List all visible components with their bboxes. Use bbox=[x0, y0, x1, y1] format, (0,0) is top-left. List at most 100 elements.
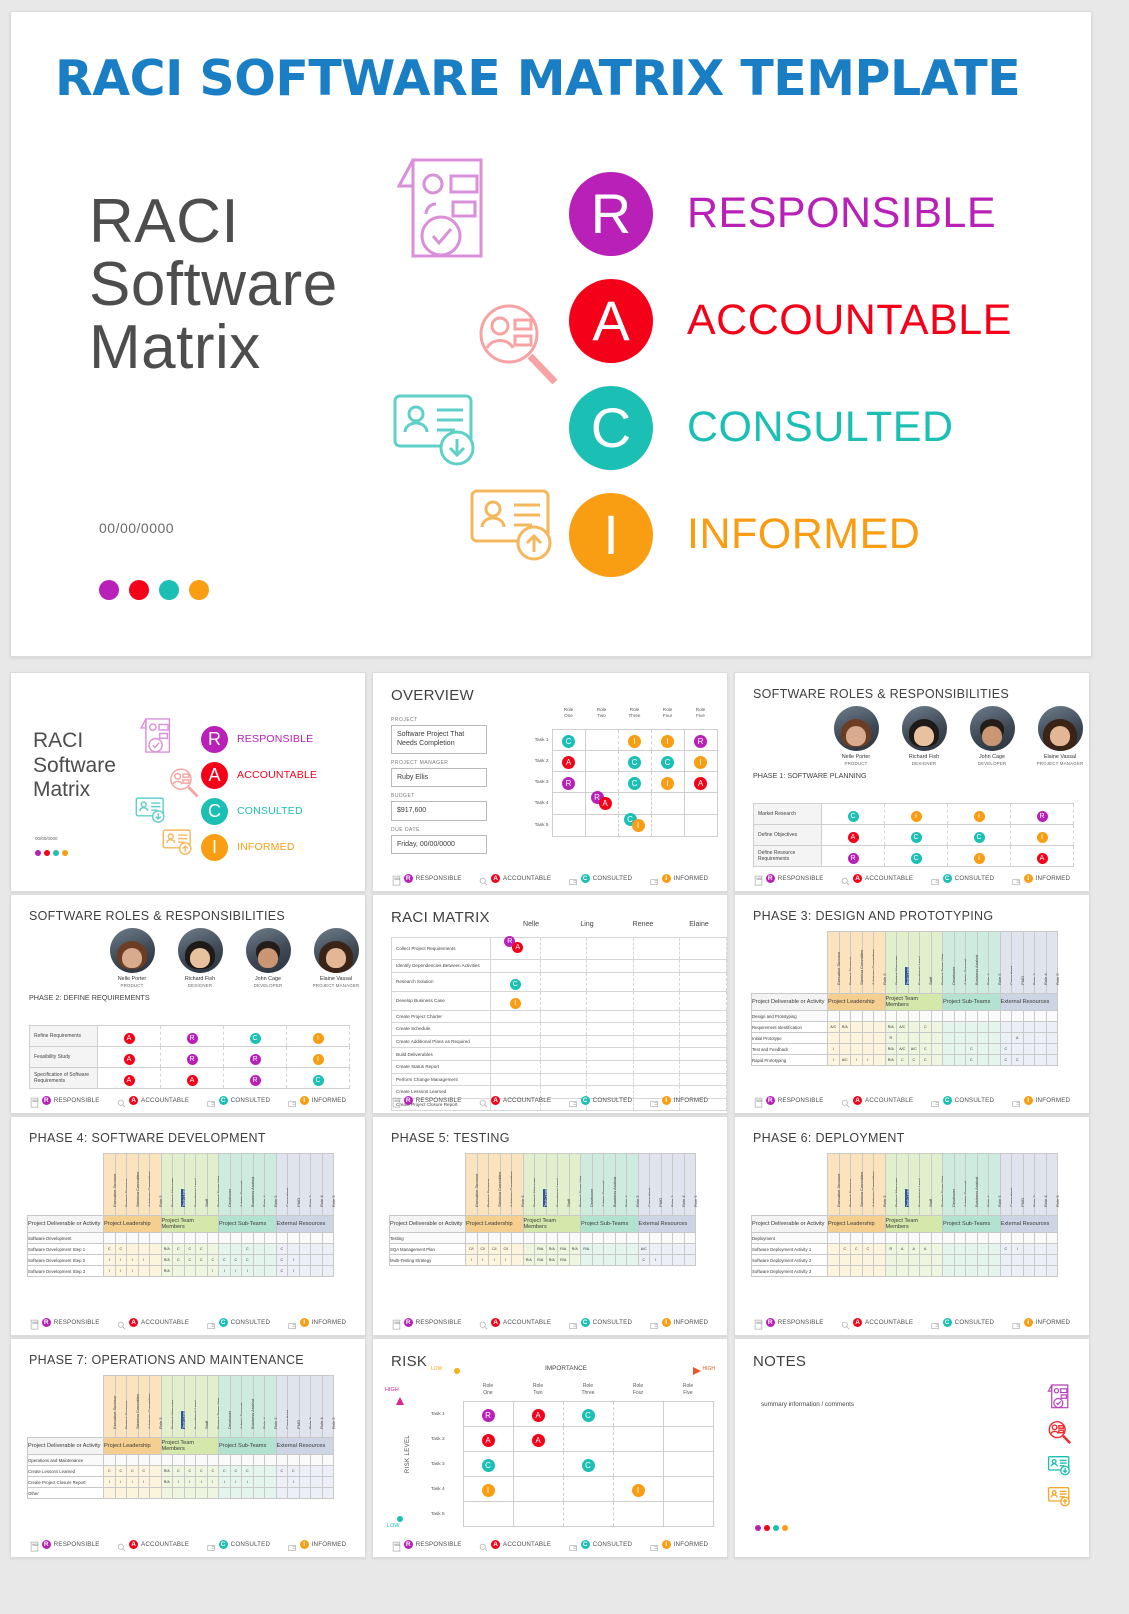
matrix-cell[interactable] bbox=[1045, 1254, 1058, 1266]
matrix-cell[interactable]: I bbox=[195, 1476, 208, 1488]
matrix-cell[interactable]: I bbox=[499, 1254, 512, 1266]
matrix-cell[interactable]: C bbox=[218, 1465, 231, 1477]
matrix-cell[interactable]: R/A bbox=[534, 1254, 547, 1266]
matrix-cell[interactable] bbox=[1022, 1054, 1035, 1066]
matrix-cell[interactable] bbox=[976, 1054, 989, 1066]
matrix-cell[interactable]: R bbox=[683, 729, 718, 751]
matrix-cell[interactable] bbox=[275, 1476, 288, 1488]
matrix-cell[interactable] bbox=[626, 1254, 639, 1266]
matrix-cell[interactable]: A bbox=[1011, 1032, 1024, 1044]
matrix-cell[interactable] bbox=[310, 1465, 323, 1477]
matrix-cell[interactable] bbox=[930, 1243, 943, 1255]
matrix-cell[interactable]: C bbox=[617, 750, 652, 772]
matrix-cell[interactable]: R/A bbox=[160, 1254, 173, 1266]
matrix-cell[interactable]: I bbox=[126, 1476, 139, 1488]
matrix-cell[interactable] bbox=[539, 971, 588, 992]
matrix-cell[interactable] bbox=[942, 1021, 955, 1033]
matrix-cell[interactable] bbox=[298, 1487, 311, 1499]
slide-thumb-phase7[interactable]: PHASE 7: OPERATIONS AND MAINTENANCE Exec… bbox=[10, 1338, 366, 1558]
matrix-cell[interactable] bbox=[149, 1254, 162, 1266]
matrix-cell[interactable] bbox=[584, 729, 619, 751]
matrix-cell[interactable]: A/C bbox=[827, 1021, 840, 1033]
matrix-cell[interactable]: C I bbox=[617, 813, 652, 837]
matrix-cell[interactable]: C/I bbox=[488, 1243, 501, 1255]
matrix-cell[interactable]: R A bbox=[489, 936, 541, 960]
matrix-cell[interactable]: I bbox=[206, 1476, 219, 1488]
matrix-cell[interactable] bbox=[1045, 1054, 1058, 1066]
matrix-cell[interactable] bbox=[679, 1047, 727, 1061]
matrix-cell[interactable] bbox=[679, 1009, 727, 1024]
matrix-cell[interactable] bbox=[988, 1265, 1001, 1277]
matrix-cell[interactable]: C bbox=[286, 1067, 350, 1089]
matrix-cell[interactable] bbox=[965, 1265, 978, 1277]
matrix-cell[interactable] bbox=[586, 1047, 634, 1061]
matrix-cell[interactable] bbox=[632, 1047, 681, 1061]
matrix-cell[interactable] bbox=[310, 1487, 323, 1499]
matrix-cell[interactable] bbox=[953, 1043, 966, 1055]
matrix-cell[interactable]: C bbox=[241, 1243, 254, 1255]
matrix-cell[interactable] bbox=[586, 971, 634, 992]
matrix-cell[interactable] bbox=[1034, 1265, 1047, 1277]
matrix-cell[interactable] bbox=[321, 1265, 334, 1277]
matrix-cell[interactable]: I bbox=[465, 1254, 478, 1266]
matrix-cell[interactable] bbox=[1045, 1243, 1058, 1255]
matrix-cell[interactable] bbox=[988, 1054, 1001, 1066]
matrix-cell[interactable] bbox=[942, 1265, 955, 1277]
matrix-cell[interactable] bbox=[252, 1476, 265, 1488]
matrix-cell[interactable] bbox=[873, 1043, 886, 1055]
matrix-cell[interactable]: C bbox=[126, 1465, 139, 1477]
matrix-cell[interactable] bbox=[551, 792, 586, 815]
matrix-cell[interactable] bbox=[683, 1254, 696, 1266]
matrix-cell[interactable] bbox=[1034, 1054, 1047, 1066]
matrix-cell[interactable] bbox=[489, 959, 541, 973]
matrix-cell[interactable] bbox=[632, 1022, 681, 1036]
matrix-cell[interactable] bbox=[298, 1265, 311, 1277]
matrix-cell[interactable] bbox=[1034, 1254, 1047, 1266]
matrix-cell[interactable]: C bbox=[861, 1243, 874, 1255]
matrix-cell[interactable]: A bbox=[97, 1025, 161, 1047]
matrix-cell[interactable] bbox=[873, 1265, 886, 1277]
matrix-cell[interactable]: I bbox=[286, 1046, 350, 1068]
matrix-cell[interactable] bbox=[632, 1034, 681, 1049]
matrix-cell[interactable]: I bbox=[114, 1265, 127, 1277]
matrix-cell[interactable] bbox=[896, 1254, 909, 1266]
matrix-cell[interactable] bbox=[942, 1043, 955, 1055]
matrix-cell[interactable] bbox=[683, 792, 718, 815]
matrix-cell[interactable] bbox=[976, 1032, 989, 1044]
matrix-cell[interactable] bbox=[988, 1254, 1001, 1266]
matrix-cell[interactable]: R/A bbox=[884, 1043, 897, 1055]
matrix-cell[interactable]: C bbox=[172, 1254, 185, 1266]
matrix-cell[interactable] bbox=[229, 1487, 242, 1499]
matrix-cell[interactable] bbox=[298, 1254, 311, 1266]
matrix-cell[interactable] bbox=[298, 1476, 311, 1488]
matrix-cell[interactable] bbox=[953, 1243, 966, 1255]
matrix-cell[interactable] bbox=[930, 1021, 943, 1033]
matrix-cell[interactable] bbox=[965, 1243, 978, 1255]
matrix-cell[interactable]: A bbox=[97, 1046, 161, 1068]
matrix-cell[interactable] bbox=[489, 1022, 541, 1036]
matrix-cell[interactable] bbox=[632, 1059, 681, 1074]
matrix-cell[interactable] bbox=[252, 1243, 265, 1255]
matrix-cell[interactable]: R/A bbox=[884, 1054, 897, 1066]
matrix-cell[interactable]: A bbox=[896, 1243, 909, 1255]
matrix-cell[interactable]: R/A bbox=[568, 1243, 581, 1255]
matrix-cell[interactable]: I bbox=[650, 771, 685, 793]
matrix-cell[interactable] bbox=[683, 814, 718, 837]
matrix-cell[interactable] bbox=[988, 1243, 1001, 1255]
matrix-cell[interactable] bbox=[321, 1465, 334, 1477]
matrix-cell[interactable] bbox=[539, 1047, 588, 1061]
matrix-cell[interactable]: I bbox=[1011, 1243, 1024, 1255]
matrix-cell[interactable]: C bbox=[275, 1243, 288, 1255]
matrix-cell[interactable]: I bbox=[206, 1265, 219, 1277]
matrix-cell[interactable] bbox=[953, 1032, 966, 1044]
matrix-cell[interactable]: I bbox=[1010, 824, 1074, 846]
matrix-cell[interactable] bbox=[275, 1487, 288, 1499]
field-value[interactable]: $917,600 bbox=[391, 801, 487, 821]
matrix-cell[interactable]: R/A bbox=[838, 1021, 851, 1033]
matrix-cell[interactable] bbox=[632, 937, 681, 960]
matrix-cell[interactable]: C bbox=[172, 1465, 185, 1477]
matrix-cell[interactable] bbox=[626, 1243, 639, 1255]
matrix-cell[interactable] bbox=[206, 1487, 219, 1499]
matrix-cell[interactable] bbox=[1011, 1043, 1024, 1055]
matrix-cell[interactable] bbox=[672, 1243, 685, 1255]
